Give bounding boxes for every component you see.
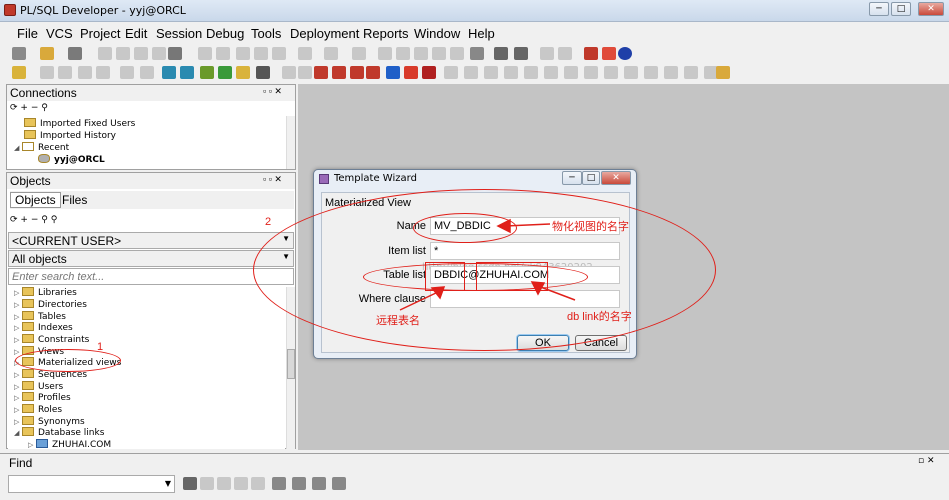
annotation-arrows: [399, 218, 576, 311]
dropdown-icon: ▼: [164, 479, 171, 488]
arrowhead-table: [430, 286, 446, 300]
find-prev-icon[interactable]: [200, 477, 214, 490]
arrowhead-name: [496, 218, 511, 234]
arrow-to-dblink: [537, 285, 576, 301]
find-case-icon[interactable]: [272, 477, 286, 490]
find-binoculars-icon[interactable]: [183, 477, 197, 490]
find-next-icon[interactable]: [217, 477, 231, 490]
arrow-to-table: [399, 291, 439, 311]
find-input[interactable]: ▼: [8, 475, 175, 493]
find-clear-icon[interactable]: [251, 477, 265, 490]
find-pin-icon[interactable]: ▫ ✕: [918, 456, 935, 466]
arrow-to-name: [504, 223, 551, 227]
find-highlight-icon[interactable]: [234, 477, 248, 490]
find-regex-icon[interactable]: [312, 477, 326, 490]
find-panel: Find ▫ ✕ ▼: [0, 453, 949, 500]
find-title: Find: [9, 456, 33, 470]
find-word-icon[interactable]: [292, 477, 306, 490]
find-replace-icon[interactable]: [332, 477, 346, 490]
